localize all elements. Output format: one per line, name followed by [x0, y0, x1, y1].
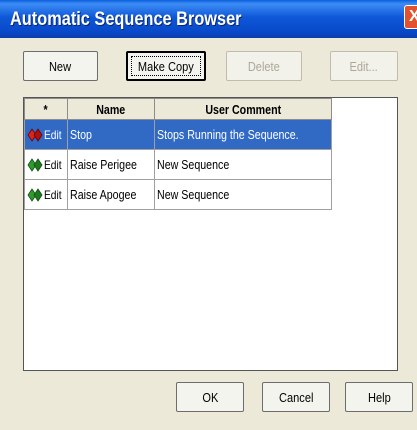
ok-button[interactable]: OK: [176, 382, 244, 412]
new-button[interactable]: New: [23, 51, 98, 81]
sequence-list[interactable]: * Name User Comment Edit Stop Stops Runn…: [23, 97, 398, 371]
delete-button[interactable]: Delete: [226, 51, 302, 81]
help-button[interactable]: Help: [345, 382, 413, 412]
table-row[interactable]: Edit Raise Apogee New Sequence: [24, 179, 333, 210]
red-diamond-icon: [27, 128, 43, 142]
sequence-table: * Name User Comment Edit Stop Stops Runn…: [24, 98, 333, 210]
row-name[interactable]: Raise Apogee: [67, 179, 155, 210]
row-comment[interactable]: New Sequence: [153, 179, 333, 210]
column-header-name[interactable]: Name: [67, 98, 155, 120]
edit-link[interactable]: Edit: [44, 158, 62, 172]
column-header-user-comment[interactable]: User Comment: [153, 98, 333, 120]
make-copy-button[interactable]: Make Copy: [126, 51, 206, 81]
green-diamond-icon: [27, 158, 43, 172]
column-header-star[interactable]: *: [24, 98, 68, 120]
row-icon-cell[interactable]: Edit: [24, 149, 68, 180]
table-row[interactable]: Edit Stop Stops Running the Sequence.: [24, 119, 333, 150]
row-name[interactable]: Raise Perigee: [67, 149, 155, 180]
table-row[interactable]: Edit Raise Perigee New Sequence: [24, 149, 333, 180]
row-comment[interactable]: New Sequence: [153, 149, 333, 180]
title-bar[interactable]: Automatic Sequence Browser X: [0, 0, 417, 38]
window-title: Automatic Sequence Browser: [10, 9, 242, 30]
edit-link[interactable]: Edit: [44, 188, 62, 202]
row-name[interactable]: Stop: [67, 119, 155, 150]
close-icon: X: [409, 8, 417, 25]
cancel-button[interactable]: Cancel: [262, 382, 330, 412]
edit-button[interactable]: Edit...: [330, 51, 398, 81]
row-icon-cell[interactable]: Edit: [24, 179, 68, 210]
close-button[interactable]: X: [404, 5, 417, 29]
row-icon-cell[interactable]: Edit: [24, 119, 68, 150]
edit-link[interactable]: Edit: [44, 128, 62, 142]
row-comment[interactable]: Stops Running the Sequence.: [153, 119, 333, 150]
green-diamond-icon: [27, 188, 43, 202]
sequence-browser-window: Automatic Sequence Browser X New Make Co…: [0, 0, 417, 430]
